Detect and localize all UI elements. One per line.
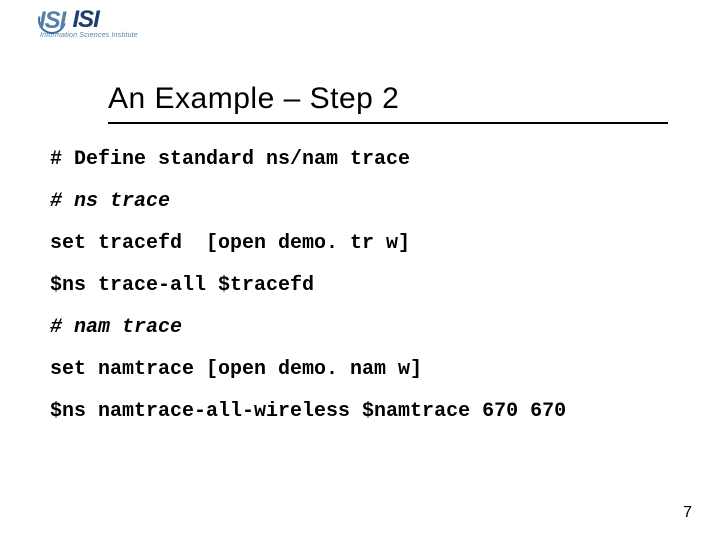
title-underline bbox=[108, 122, 668, 124]
code-line: set namtrace [open demo. nam w] bbox=[50, 360, 690, 380]
code-line: # Define standard ns/nam trace bbox=[50, 150, 690, 170]
slide-title: An Example – Step 2 bbox=[108, 82, 680, 116]
code-block: # Define standard ns/nam trace # ns trac… bbox=[50, 150, 690, 444]
code-line: # nam trace bbox=[50, 318, 690, 338]
slide-header: An Example – Step 2 bbox=[108, 82, 680, 124]
code-line: $ns namtrace-all-wireless $namtrace 670 … bbox=[50, 402, 690, 422]
isi-logo: ISI ISI Information Sciences Institute bbox=[38, 6, 138, 39]
code-line: # ns trace bbox=[50, 192, 690, 212]
logo-acronym: ISI ISI bbox=[72, 6, 98, 34]
code-line: set tracefd [open demo. tr w] bbox=[50, 234, 690, 254]
page-number: 7 bbox=[683, 504, 692, 522]
code-line: $ns trace-all $tracefd bbox=[50, 276, 690, 296]
